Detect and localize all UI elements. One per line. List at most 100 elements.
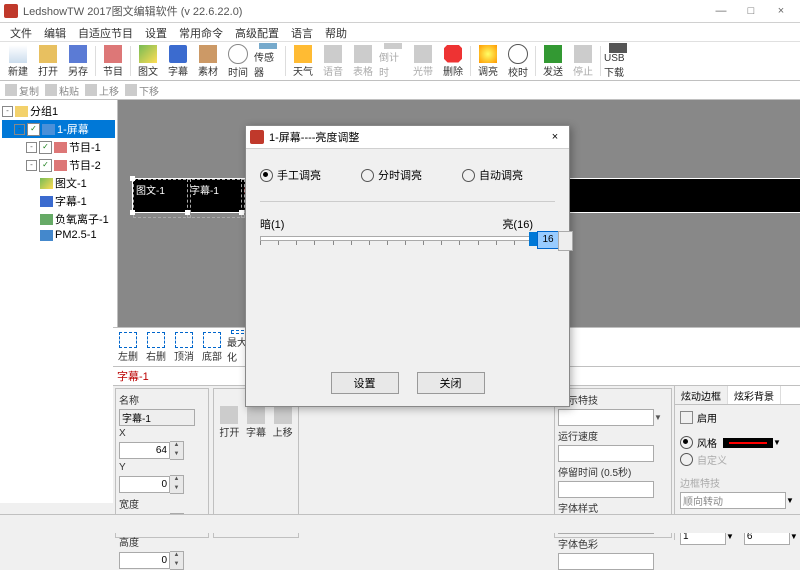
menu-bar: 文件编辑自适应节目设置常用命令高级配置语言帮助	[0, 23, 800, 42]
align-底部[interactable]: 底部	[199, 330, 225, 364]
maximize-button[interactable]: □	[736, 1, 766, 21]
素材-icon	[199, 45, 217, 63]
tree-负氧离子-1[interactable]: 负氧离子-1	[2, 210, 115, 228]
close-button[interactable]: ×	[766, 1, 796, 21]
tb-字幕[interactable]: 字幕	[163, 43, 193, 79]
radio-timed[interactable]	[361, 169, 374, 182]
project-tree: -分组1-✓1-屏幕-✓节目-1-✓节目-2图文-1字幕-1负氧离子-1PM2.…	[0, 100, 118, 503]
tb-停止: 停止	[568, 43, 598, 79]
menu-4[interactable]: 常用命令	[173, 23, 229, 41]
align-右删[interactable]: 右删	[143, 330, 169, 364]
tb-时间[interactable]: 时间	[223, 43, 253, 79]
status-bar	[0, 514, 800, 533]
brightness-value[interactable]: 16	[537, 231, 559, 249]
tb-语音: 语音	[318, 43, 348, 79]
tb-调亮[interactable]: 调亮	[473, 43, 503, 79]
tb-校时[interactable]: 校时	[503, 43, 533, 79]
minimize-button[interactable]: —	[706, 1, 736, 21]
删除-icon	[444, 45, 462, 63]
tree-PM2.5-1[interactable]: PM2.5-1	[2, 228, 115, 242]
h-input[interactable]	[119, 552, 170, 569]
edit-toolbar: 复制粘贴上移下移	[0, 81, 800, 100]
y-input[interactable]	[119, 476, 170, 493]
stay-input[interactable]	[558, 481, 654, 498]
speed-input[interactable]	[558, 445, 654, 462]
style-preview[interactable]	[723, 438, 773, 448]
color-input[interactable]	[558, 553, 654, 570]
menu-3[interactable]: 设置	[139, 23, 173, 41]
tb-天气[interactable]: 天气	[288, 43, 318, 79]
校时-icon	[508, 44, 528, 64]
tab-border[interactable]: 炫动边框	[675, 386, 728, 404]
发送-icon	[544, 45, 562, 63]
tree-节目-1[interactable]: -✓节目-1	[2, 138, 115, 156]
dialog-ok-button[interactable]: 设置	[331, 372, 399, 394]
语音-icon	[324, 45, 342, 63]
tb-新建[interactable]: 新建	[3, 43, 33, 79]
prop-打开[interactable]: 打开	[217, 406, 242, 439]
x-spinner[interactable]: ▲▼	[170, 441, 184, 460]
name-input[interactable]	[119, 409, 195, 426]
tb-删除[interactable]: 删除	[438, 43, 468, 79]
打开-icon	[39, 45, 57, 63]
menu-2[interactable]: 自适应节目	[72, 23, 139, 41]
tree-字幕-1[interactable]: 字幕-1	[2, 192, 115, 210]
custom-radio[interactable]	[680, 453, 693, 466]
align-左删[interactable]: 左删	[115, 330, 141, 364]
tb-光带: 光带	[408, 43, 438, 79]
tb-素材[interactable]: 素材	[193, 43, 223, 79]
节目-icon	[104, 45, 122, 63]
name-label: 名称	[119, 392, 149, 407]
menu-7[interactable]: 帮助	[319, 23, 353, 41]
preview-cell-1[interactable]: 图文-1	[133, 179, 191, 218]
表格-icon	[354, 45, 372, 63]
tb-发送[interactable]: 发送	[538, 43, 568, 79]
h-spinner[interactable]: ▲▼	[170, 551, 184, 570]
tb-打开[interactable]: 打开	[33, 43, 63, 79]
tree-节目-2[interactable]: -✓节目-2	[2, 156, 115, 174]
dialog-titlebar[interactable]: 1-屏幕----亮度调整 ×	[246, 126, 569, 149]
tb2-复制: 复制	[2, 83, 42, 98]
brightness-spinner[interactable]	[558, 231, 573, 251]
新建-icon	[9, 45, 27, 63]
border-fx-select[interactable]	[680, 492, 786, 509]
dialog-close-button[interactable]: ×	[545, 131, 565, 143]
menu-0[interactable]: 文件	[4, 23, 38, 41]
enable-checkbox[interactable]	[680, 411, 693, 424]
时间-icon	[228, 44, 248, 64]
USB下载-icon	[609, 43, 627, 53]
tab-background[interactable]: 炫彩背景	[728, 386, 781, 404]
prop-上移[interactable]: 上移	[270, 406, 295, 439]
dialog-title: 1-屏幕----亮度调整	[269, 129, 545, 145]
tb-另存[interactable]: 另存	[63, 43, 93, 79]
menu-5[interactable]: 高级配置	[229, 23, 285, 41]
slider-thumb[interactable]	[529, 232, 537, 246]
tree-screen[interactable]: -✓1-屏幕	[2, 120, 115, 138]
radio-auto[interactable]	[462, 169, 475, 182]
prop-字幕[interactable]: 字幕	[244, 406, 269, 439]
menu-1[interactable]: 编辑	[38, 23, 72, 41]
dialog-icon	[250, 130, 264, 144]
radio-manual[interactable]	[260, 169, 273, 182]
另存-icon	[69, 45, 87, 63]
tree-root[interactable]: -分组1	[2, 102, 115, 120]
tb-USB下载[interactable]: USB下载	[603, 43, 633, 79]
preview-cell-2[interactable]: 字幕-1	[187, 179, 245, 218]
dialog-cancel-button[interactable]: 关闭	[417, 372, 485, 394]
brightness-slider[interactable]: 16	[260, 234, 555, 258]
tb-节目[interactable]: 节目	[98, 43, 128, 79]
tree-图文-1[interactable]: 图文-1	[2, 174, 115, 192]
tb-表格: 表格	[348, 43, 378, 79]
tb-图文[interactable]: 图文	[133, 43, 163, 79]
style-radio[interactable]	[680, 436, 693, 449]
slider-max-label: 亮(16)	[502, 216, 533, 232]
tb-传感器[interactable]: 传感器	[253, 43, 283, 79]
menu-6[interactable]: 语言	[285, 23, 319, 41]
x-input[interactable]	[119, 442, 170, 459]
调亮-icon	[479, 45, 497, 63]
fx-select[interactable]	[558, 409, 654, 426]
align-顶消[interactable]: 顶消	[171, 330, 197, 364]
y-spinner[interactable]: ▲▼	[170, 475, 184, 494]
图文-icon	[139, 45, 157, 63]
window-title: LedshowTW 2017图文编辑软件 (v 22.6.22.0)	[23, 3, 706, 19]
